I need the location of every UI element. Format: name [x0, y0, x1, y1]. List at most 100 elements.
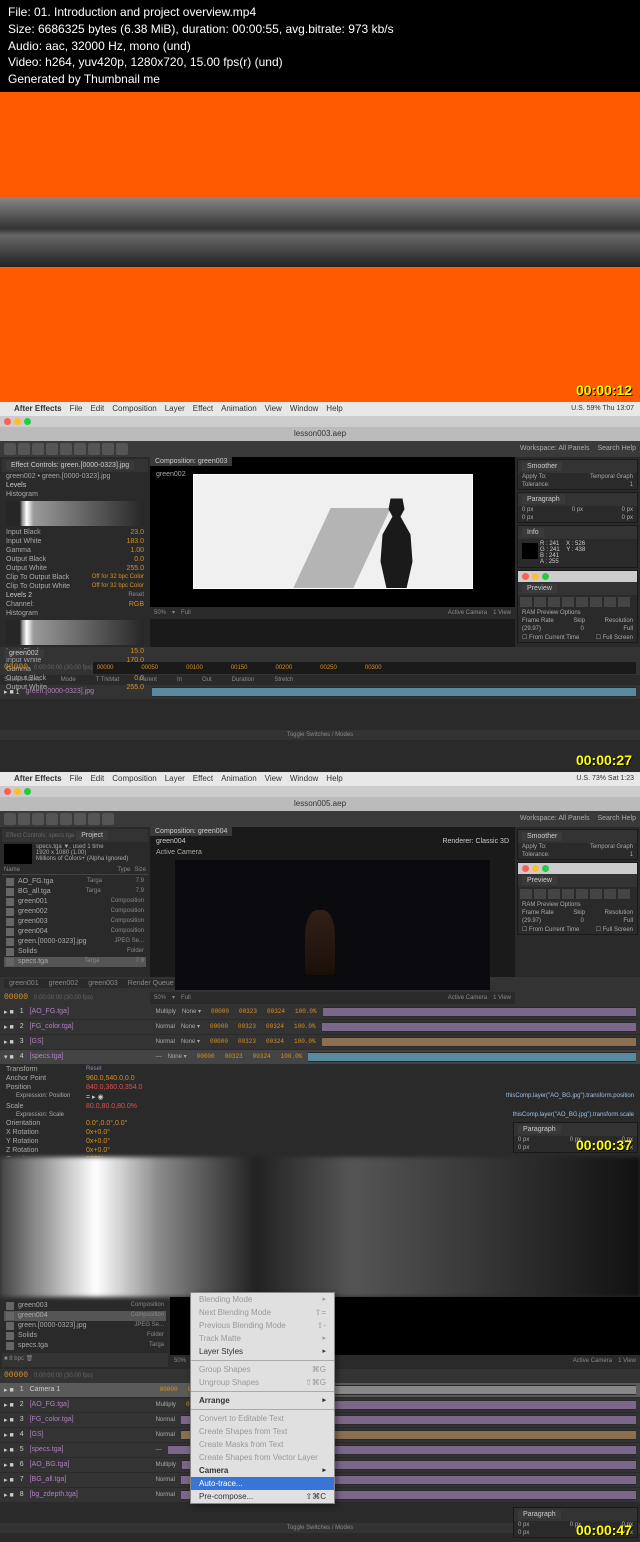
ctx-camera[interactable]: Camera▸ [191, 1464, 334, 1477]
menu-composition[interactable]: Composition [112, 404, 156, 413]
menu-view[interactable]: View [265, 404, 282, 413]
project-item[interactable]: SolidsFolder [4, 947, 146, 957]
layer-context-menu[interactable]: Blending Mode▸ Next Blending Mode⇧= Prev… [190, 1292, 335, 1504]
ram-options-label[interactable]: RAM Preview Options [518, 609, 637, 617]
time-ruler[interactable]: 00000000500010000150002000025000300 [93, 662, 636, 674]
pan-behind-tool-icon[interactable] [74, 443, 86, 455]
mac-menubar[interactable]: After Effects File Edit Composition Laye… [0, 772, 640, 786]
close-button[interactable] [4, 418, 11, 425]
rotate-tool-icon[interactable] [46, 443, 58, 455]
camera-tool-icon[interactable] [60, 443, 72, 455]
zoom-tool-icon[interactable] [32, 443, 44, 455]
first-frame-icon[interactable] [520, 597, 532, 607]
loop-icon[interactable] [604, 597, 616, 607]
text-tool-icon[interactable] [116, 443, 128, 455]
mac-menubar[interactable]: After Effects File Edit Composition Laye… [0, 402, 640, 416]
ctx-layer-styles[interactable]: Layer Styles▸ [191, 1345, 334, 1358]
hand-tool-icon[interactable] [18, 443, 30, 455]
project-item[interactable]: green.[0000-0323].jpgJPEG Se... [4, 1321, 166, 1331]
ctx-masks-from-text[interactable]: Create Masks from Text [191, 1438, 334, 1451]
histogram-label[interactable]: Histogram [6, 491, 38, 498]
app-name[interactable]: After Effects [14, 404, 62, 413]
last-frame-icon[interactable] [576, 597, 588, 607]
composition-panel[interactable]: Composition: green003 green002 50% ▾ Ful… [150, 457, 515, 647]
menu-layer[interactable]: Layer [165, 404, 185, 413]
project-item[interactable]: green004Composition [4, 927, 146, 937]
menu-animation[interactable]: Animation [221, 404, 257, 413]
shape-tool-icon[interactable] [88, 443, 100, 455]
output-white-value[interactable]: 255.0 [126, 565, 144, 572]
project-panel[interactable]: Effect Controls: specs.tga Project specs… [0, 827, 150, 977]
comp-tab[interactable]: Composition: green004 [150, 827, 232, 836]
play-icon[interactable] [548, 597, 560, 607]
audio-icon[interactable] [590, 597, 602, 607]
ctx-arrange[interactable]: Arrange▸ [191, 1394, 334, 1407]
apply-to-value[interactable]: Temporal Graph [590, 474, 633, 480]
clip-white-value[interactable]: Off for 32 bpc Color [92, 583, 144, 590]
resolution-dropdown[interactable]: Full [181, 610, 191, 616]
histogram-display-2[interactable] [6, 620, 144, 645]
project-item[interactable]: AO_FG.tgaTarga7.9 [4, 877, 146, 887]
project-item[interactable]: green002Composition [4, 907, 146, 917]
ram-preview-icon[interactable] [618, 597, 630, 607]
ae-toolbar[interactable]: Workspace: All Panels Search Help [0, 441, 640, 457]
composition-panel[interactable]: Composition: green004 green004 Renderer:… [150, 827, 515, 977]
expression-text[interactable]: thisComp.layer("AO_BG.jpg").transform.po… [506, 1093, 634, 1101]
zoom-button[interactable] [24, 418, 31, 425]
project-item[interactable]: green004Composition [4, 1311, 166, 1321]
project-item[interactable]: green001Composition [4, 897, 146, 907]
levels-fx[interactable]: Levels [6, 482, 26, 489]
output-black-value[interactable]: 0.0 [134, 556, 144, 563]
preview-controls[interactable] [518, 595, 637, 609]
prev-frame-icon[interactable] [534, 597, 546, 607]
project-panel[interactable]: green003Composition green004Composition … [0, 1297, 170, 1369]
levels2-fx[interactable]: Levels 2 [6, 592, 32, 599]
ctx-shapes-from-text[interactable]: Create Shapes from Text [191, 1425, 334, 1438]
timeline-layer-row[interactable]: ▸ ■2[FG_color.tga]NormalNone ▾0000000323… [0, 1020, 640, 1035]
project-item[interactable]: specs.tgaTarga7.9 [4, 957, 146, 967]
selection-tool-icon[interactable] [4, 443, 16, 455]
comp-breadcrumb[interactable]: green002 [156, 471, 186, 478]
ctx-convert-text[interactable]: Convert to Editable Text [191, 1412, 334, 1425]
zoom-dropdown[interactable]: 50% [154, 610, 166, 616]
project-item[interactable]: green003Composition [4, 917, 146, 927]
smoother-tab[interactable]: Smoother [522, 462, 562, 471]
menu-help[interactable]: Help [326, 404, 342, 413]
pen-tool-icon[interactable] [102, 443, 114, 455]
search-help[interactable]: Search Help [597, 445, 636, 452]
ctx-next-blend[interactable]: Next Blending Mode⇧= [191, 1306, 334, 1319]
ctx-precompose[interactable]: Pre-compose...⇧⌘C [191, 1490, 334, 1503]
anchor-point-value[interactable]: 960.0,540.0,0.0 [86, 1075, 135, 1082]
minimize-button[interactable] [14, 418, 21, 425]
menu-file[interactable]: File [70, 404, 83, 413]
clip-black-value[interactable]: Off for 32 bpc Color [92, 574, 144, 581]
effect-controls-panel[interactable]: Effect Controls: green.[0000-0323].jpg g… [0, 457, 150, 647]
ctx-shapes-from-vector[interactable]: Create Shapes from Vector Layer [191, 1451, 334, 1464]
ae-toolbar[interactable]: Workspace: All Panels Search Help [0, 811, 640, 827]
expression-text[interactable]: thisComp.layer("AO_BG.jpg").transform.sc… [513, 1112, 634, 1118]
timeline-layer-row[interactable]: ▾ ■4[specs.tga]—None ▾000000032300324100… [0, 1050, 640, 1065]
project-list[interactable]: AO_FG.tgaTarga7.9 BG_all.tgaTarga7.9 gre… [2, 875, 148, 969]
current-time[interactable]: 00000 [4, 663, 28, 672]
timeline-layer-row[interactable]: ▸ ■3[GS]NormalNone ▾000000032300324100.0… [0, 1035, 640, 1050]
gamma-value[interactable]: 1.00 [130, 547, 144, 554]
paragraph-tab[interactable]: Paragraph [522, 495, 565, 504]
scale-value[interactable]: 80.0,80.0,80.0% [86, 1103, 137, 1110]
comp-footer[interactable]: 50% ▾ Full Active Camera 1 View [150, 607, 515, 619]
project-item[interactable]: SolidsFolder [4, 1331, 166, 1341]
project-item[interactable]: green.[0000-0323].jpgJPEG Se... [4, 937, 146, 947]
menu-edit[interactable]: Edit [90, 404, 104, 413]
ctx-track-matte[interactable]: Track Matte▸ [191, 1332, 334, 1345]
histogram-display[interactable] [6, 501, 144, 526]
channel-value[interactable]: RGB [129, 601, 144, 608]
project-footer[interactable]: ■ 8 bpc 🗑 [2, 1353, 168, 1367]
ctx-blending-mode[interactable]: Blending Mode▸ [191, 1293, 334, 1306]
effect-controls-tab[interactable]: Effect Controls: green.[0000-0323].jpg [6, 461, 134, 470]
project-tab[interactable]: Project [76, 831, 108, 840]
menu-window[interactable]: Window [290, 404, 318, 413]
layer-name[interactable]: green.[0000-0323].jpg [26, 688, 146, 695]
camera-dropdown[interactable]: Active Camera [448, 610, 487, 616]
input-black-value[interactable]: 23.0 [130, 529, 144, 536]
project-item[interactable]: green003Composition [4, 1301, 166, 1311]
ctx-group-shapes[interactable]: Group Shapes⌘G [191, 1363, 334, 1376]
